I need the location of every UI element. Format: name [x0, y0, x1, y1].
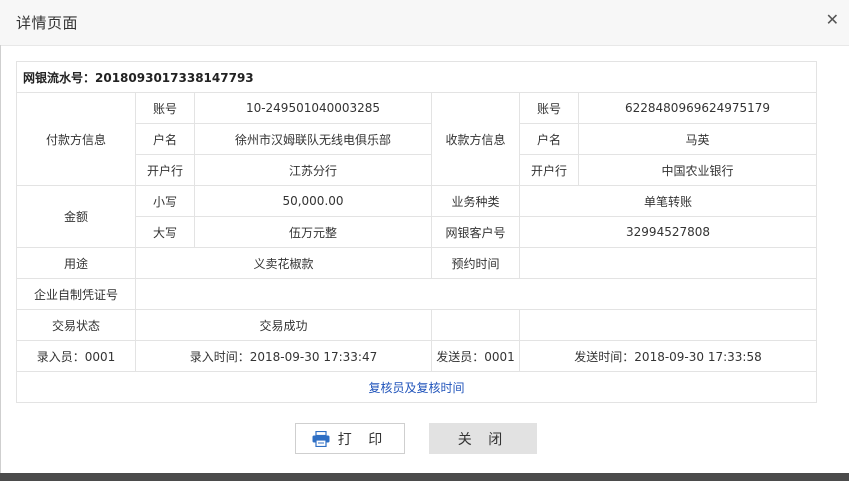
business-type-label: 业务种类: [431, 185, 520, 217]
voucher-number-value: [134, 278, 818, 310]
payee-section-label: 收款方信息: [431, 92, 520, 186]
entry-operator: 录入员：0001: [16, 340, 136, 372]
empty-cell: [431, 309, 520, 341]
table-row: 付款方信息 账号 10-249501040003285 收款方信息 账号 622…: [16, 92, 818, 186]
payer-account-value: 10-249501040003285: [194, 92, 432, 124]
empty-cell: [518, 309, 818, 341]
client-number-label: 网银客户号: [431, 216, 520, 248]
dialog-title: 详情页面: [16, 14, 79, 32]
schedule-time-label: 预约时间: [431, 247, 520, 279]
serial-row: 网银流水号：2018093017338147793: [15, 61, 818, 93]
amount-big-label: 大写: [135, 216, 195, 248]
table-row: 录入员：0001 录入时间：2018-09-30 17:33:47 发送员：00…: [16, 340, 818, 372]
payee-bank-label: 开户行: [519, 154, 579, 186]
entry-time: 录入时间：2018-09-30 17:33:47: [135, 340, 432, 372]
dialog-titlebar: 详情页面 ✕: [0, 0, 849, 46]
amount-section-label: 金额: [16, 185, 136, 248]
table-row: 户名 徐州市汉姆联队无线电俱乐部 户名 马英: [17, 123, 818, 155]
business-type-value: 单笔转账: [518, 185, 818, 217]
purpose-value: 义卖花椒款: [135, 247, 432, 279]
transaction-detail-table: 网银流水号：2018093017338147793 付款方信息 账号 10-24…: [15, 61, 818, 403]
payee-bank-value: 中国农业银行: [577, 154, 818, 186]
payee-account-label: 账号: [519, 92, 579, 124]
table-row: 复核员及复核时间: [15, 371, 818, 403]
send-time: 发送时间：2018-09-30 17:33:58: [518, 340, 818, 372]
payer-name-label: 户名: [135, 123, 195, 155]
table-row: 用途 义卖花椒款 预约时间: [16, 247, 818, 279]
amount-big-value: 伍万元整: [194, 216, 432, 248]
payer-section-label: 付款方信息: [16, 92, 136, 186]
amount-small-value: 50,000.00: [194, 185, 432, 217]
printer-icon: [312, 430, 330, 447]
payer-name-value: 徐州市汉姆联队无线电俱乐部: [194, 123, 432, 155]
dialog-left-border: [0, 45, 1, 473]
table-row: 企业自制凭证号: [16, 278, 818, 310]
status-label: 交易状态: [16, 309, 136, 341]
client-number-value: 32994527808: [518, 216, 818, 248]
payee-name-value: 马英: [577, 123, 818, 155]
amount-small-label: 小写: [135, 185, 195, 217]
status-value: 交易成功: [135, 309, 432, 341]
bottom-bar: [0, 473, 849, 481]
table-row: 金额 小写 50,000.00 业务种类 单笔转账: [16, 185, 818, 248]
table-row: 大写 伍万元整 网银客户号 32994527808: [17, 216, 818, 248]
schedule-time-value: [518, 247, 818, 279]
table-row: 开户行 江苏分行 开户行 中国农业银行: [17, 154, 818, 186]
review-cell: 复核员及复核时间: [15, 371, 818, 403]
payer-account-label: 账号: [135, 92, 195, 124]
close-button-label: 关 闭: [457, 431, 509, 448]
review-info-link[interactable]: 复核员及复核时间: [369, 381, 465, 395]
table-row: 交易状态 交易成功: [16, 309, 818, 341]
serial-number: 网银流水号：2018093017338147793: [15, 61, 818, 93]
payee-account-value: 6228480969624975179: [577, 92, 818, 124]
payer-bank-label: 开户行: [135, 154, 195, 186]
print-button[interactable]: 打 印: [295, 423, 405, 454]
voucher-number-label: 企业自制凭证号: [16, 278, 136, 310]
purpose-label: 用途: [16, 247, 136, 279]
payee-name-label: 户名: [519, 123, 579, 155]
print-button-label: 打 印: [337, 431, 389, 448]
payer-bank-value: 江苏分行: [194, 154, 432, 186]
close-icon[interactable]: ✕: [826, 11, 839, 29]
send-operator: 发送员：0001: [431, 340, 520, 372]
close-button[interactable]: 关 闭: [429, 423, 537, 454]
